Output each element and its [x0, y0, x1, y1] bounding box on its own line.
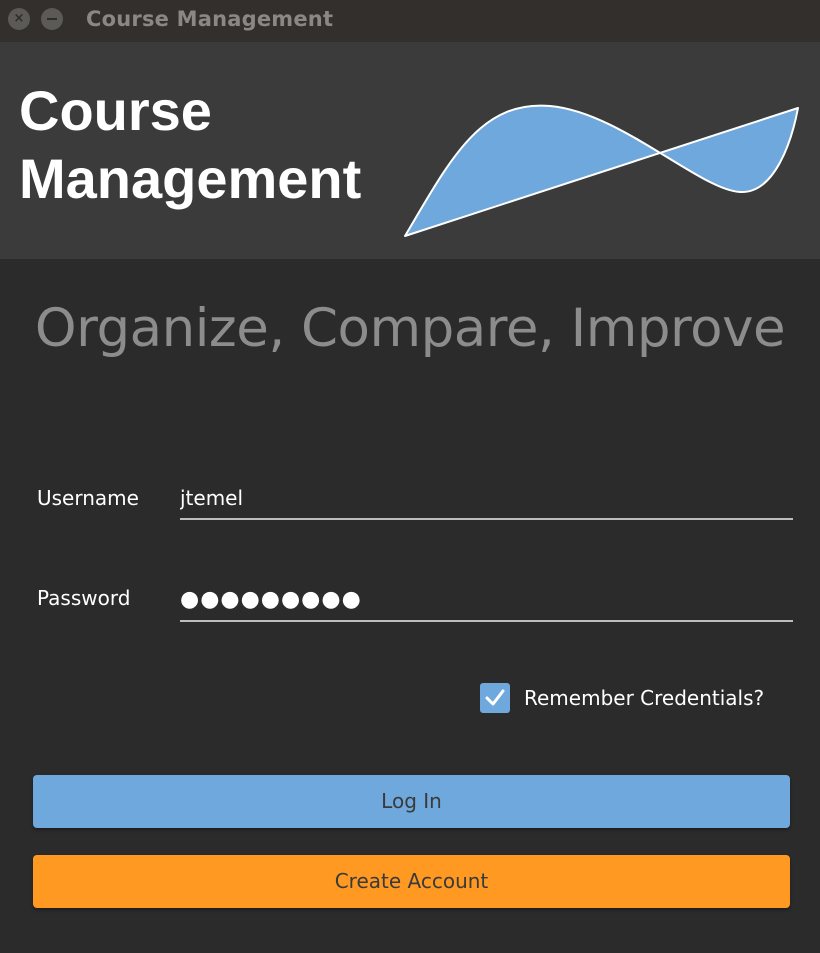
username-input[interactable]: [180, 478, 793, 520]
username-label: Username: [37, 486, 139, 510]
app-title-line-1: Course: [19, 79, 212, 142]
title-bar: × Course Management: [0, 0, 820, 42]
remember-credentials-label: Remember Credentials?: [524, 686, 765, 710]
wave-logo-icon: [404, 104, 799, 237]
checkmark-icon: [485, 689, 505, 706]
login-window: × Course Management Course Management Or…: [0, 0, 820, 953]
close-window-button[interactable]: ×: [8, 8, 30, 30]
password-input[interactable]: ●●●●●●●●●: [180, 580, 793, 622]
minimize-window-button[interactable]: [41, 8, 63, 30]
login-button[interactable]: Log In: [33, 775, 790, 828]
window-title: Course Management: [86, 7, 334, 31]
password-label: Password: [37, 586, 131, 610]
tagline: Organize, Compare, Improve: [34, 298, 786, 359]
remember-credentials-option[interactable]: Remember Credentials?: [480, 682, 764, 714]
create-account-button[interactable]: Create Account: [33, 855, 790, 908]
app-title: Course Management: [19, 77, 361, 213]
app-header: Course Management: [0, 42, 820, 259]
remember-credentials-checkbox[interactable]: [480, 683, 510, 713]
app-title-line-2: Management: [19, 147, 362, 210]
